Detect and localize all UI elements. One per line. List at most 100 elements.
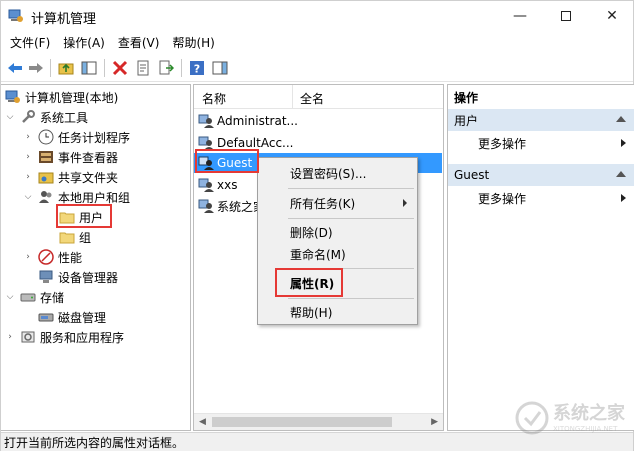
toolbar-separator <box>181 59 182 77</box>
device-manager-icon <box>39 270 53 283</box>
close-button[interactable]: ✕ <box>589 1 634 31</box>
menu-help[interactable]: 帮助(H) <box>167 31 219 53</box>
delete-button[interactable] <box>110 58 130 78</box>
collapsed-chevron-icon[interactable]: › <box>23 152 33 162</box>
tree-item-users[interactable]: 用户 <box>59 207 103 227</box>
submenu-arrow-icon <box>403 199 407 207</box>
collapse-caret-icon[interactable] <box>616 171 626 177</box>
help-button[interactable]: ? <box>187 58 207 78</box>
collapsed-chevron-icon[interactable]: › <box>23 252 33 262</box>
clock-icon <box>38 129 54 145</box>
ctx-delete[interactable]: 删除(D) <box>258 221 417 243</box>
tree-item-system-tools[interactable]: ⌵ 系统工具 <box>5 107 88 127</box>
scroll-right-icon[interactable]: ▶ <box>431 417 438 427</box>
user-icon <box>198 136 214 150</box>
list-item-administrator[interactable]: Administrat... <box>198 111 298 131</box>
actions-pane-title: 操作 <box>454 90 479 105</box>
list-item-xitongzhijia[interactable]: 系统之家 <box>198 196 265 216</box>
list-item-xxs[interactable]: xxs <box>198 175 237 195</box>
ctx-rename[interactable]: 重命名(M) <box>258 243 417 265</box>
computer-management-window: 计算机管理 — ✕ 文件(F) 操作(A) 查看(V) 帮助(H) ? 计算机管… <box>0 0 634 451</box>
close-icon: ✕ <box>606 8 618 24</box>
tree-item-services-applications[interactable]: › 服务和应用程序 <box>5 327 124 347</box>
collapsed-chevron-icon[interactable]: › <box>23 172 33 182</box>
expanded-chevron-icon[interactable]: ⌵ <box>5 292 15 302</box>
watermark-subtext: XITONGZHIJIA.NET <box>553 425 618 433</box>
user-icon <box>198 156 214 170</box>
ctx-properties[interactable]: 属性(R) <box>258 272 417 294</box>
tree-item-shared-folders[interactable]: › 共享文件夹 <box>23 167 118 187</box>
menu-action[interactable]: 操作(A) <box>58 31 110 53</box>
scroll-left-icon[interactable]: ◀ <box>199 417 206 427</box>
actions-section-users[interactable]: 用户 <box>448 109 634 131</box>
column-divider[interactable] <box>292 85 293 109</box>
maximize-icon <box>561 11 571 21</box>
delete-x-icon <box>112 60 128 76</box>
console-tree-icon <box>81 61 97 75</box>
context-menu: 设置密码(S)... 所有任务(K) 删除(D) 重命名(M) 属性(R) 帮助… <box>257 157 418 325</box>
up-folder-button[interactable] <box>56 58 76 78</box>
watermark-text: 系统之家 <box>553 403 625 424</box>
action-pane-icon <box>212 61 228 75</box>
action-more-actions-guest[interactable]: 更多操作 <box>478 188 634 208</box>
horizontal-scrollbar[interactable]: ◀ ▶ <box>194 413 443 430</box>
menu-separator <box>288 298 414 299</box>
show-hide-tree-button[interactable] <box>79 58 99 78</box>
actions-section-guest[interactable]: Guest <box>448 164 634 186</box>
properties-button[interactable] <box>133 58 153 78</box>
event-viewer-icon <box>39 151 53 163</box>
window-title: 计算机管理 <box>31 12 97 27</box>
services-icon <box>21 331 35 343</box>
tree-item-groups[interactable]: 组 <box>59 227 91 247</box>
collapsed-chevron-icon[interactable]: › <box>5 332 15 342</box>
ctx-help[interactable]: 帮助(H) <box>258 301 417 323</box>
menu-file[interactable]: 文件(F) <box>5 31 55 53</box>
tree-item-disk-management[interactable]: 磁盘管理 <box>38 307 106 327</box>
list-item-defaultaccount[interactable]: DefaultAcc... <box>198 133 293 153</box>
export-icon <box>159 60 174 75</box>
back-button[interactable] <box>5 58 25 78</box>
action-more-actions-users[interactable]: 更多操作 <box>478 133 634 153</box>
export-list-button[interactable] <box>156 58 176 78</box>
help-icon: ? <box>190 61 204 76</box>
tree-item-local-users-groups[interactable]: ⌵ 本地用户和组 <box>23 187 130 207</box>
toolbar-separator <box>50 59 51 77</box>
action-pane-button[interactable] <box>210 58 230 78</box>
status-text: 打开当前所选内容的属性对话框。 <box>4 435 185 450</box>
ctx-all-tasks[interactable]: 所有任务(K) <box>258 192 417 214</box>
menu-view[interactable]: 查看(V) <box>113 31 165 53</box>
maximize-button[interactable] <box>543 1 589 31</box>
collapsed-chevron-icon[interactable]: › <box>23 132 33 142</box>
expanded-chevron-icon[interactable]: ⌵ <box>23 192 33 202</box>
tree-item-task-scheduler[interactable]: › 任务计划程序 <box>23 127 130 147</box>
performance-icon <box>38 249 54 265</box>
collapse-caret-icon[interactable] <box>616 116 626 122</box>
disk-icon <box>38 313 54 322</box>
computer-management-icon <box>8 9 23 22</box>
folder-icon <box>59 232 75 244</box>
scrollbar-thumb[interactable] <box>212 417 392 427</box>
menu-bar: 文件(F) 操作(A) 查看(V) 帮助(H) <box>1 31 633 53</box>
watermark-logo-icon <box>515 401 549 435</box>
tree-item-computer-management[interactable]: 计算机管理(本地) <box>5 87 118 107</box>
column-fullname-header[interactable]: 全名 <box>300 90 324 107</box>
user-icon <box>198 114 214 128</box>
toolbar: ? <box>1 54 633 82</box>
tree-item-event-viewer[interactable]: › 事件查看器 <box>23 147 118 167</box>
folder-icon <box>59 212 75 224</box>
forward-button[interactable] <box>26 58 46 78</box>
tools-icon <box>22 110 35 123</box>
users-icon <box>39 191 52 203</box>
title-bar: 计算机管理 — ✕ <box>1 1 633 31</box>
tree-item-storage[interactable]: ⌵ 存储 <box>5 287 64 307</box>
column-name-header[interactable]: 名称 <box>202 90 226 107</box>
expanded-chevron-icon[interactable]: ⌵ <box>5 112 15 122</box>
minimize-icon: — <box>513 8 527 24</box>
back-arrow-icon <box>8 63 22 73</box>
tree-item-device-manager[interactable]: 设备管理器 <box>38 267 118 287</box>
ctx-set-password[interactable]: 设置密码(S)... <box>258 162 417 184</box>
tree-item-performance[interactable]: › 性能 <box>23 247 82 267</box>
minimize-button[interactable]: — <box>497 1 543 31</box>
actions-pane: 操作 用户 更多操作 Guest 更多操作 <box>447 84 634 431</box>
user-icon <box>198 199 214 213</box>
